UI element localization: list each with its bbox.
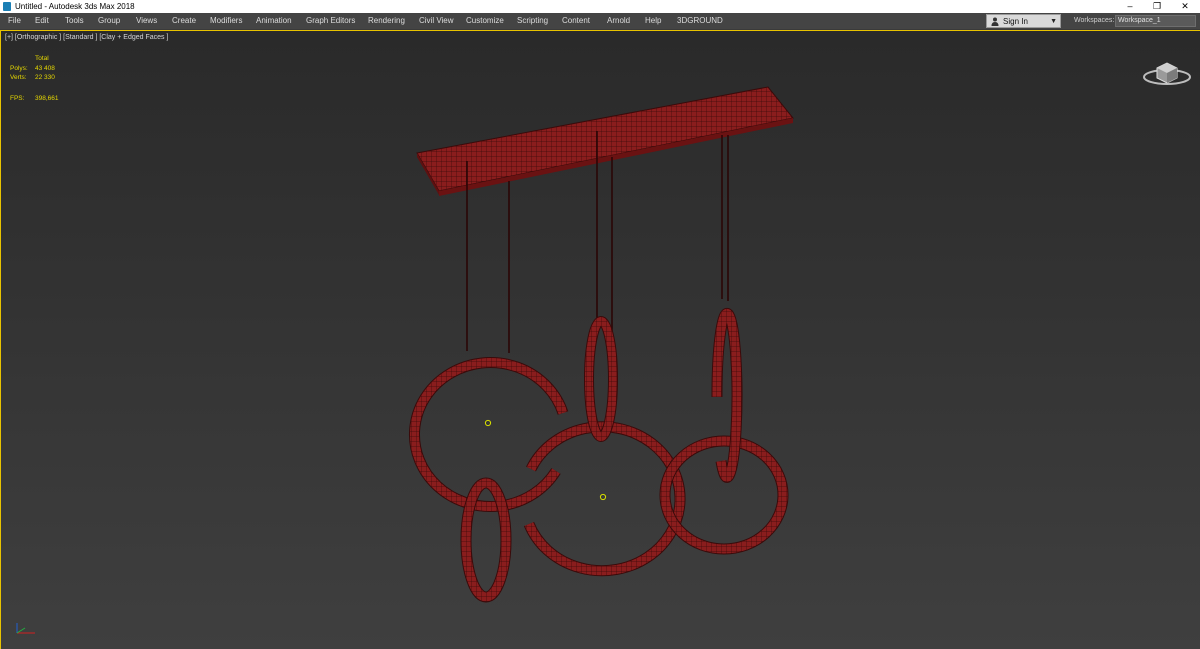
menu-help[interactable]: Help bbox=[645, 13, 661, 29]
stats-fps-label: FPS: bbox=[10, 95, 25, 102]
menu-content[interactable]: Content bbox=[562, 13, 590, 29]
stats-total-label: Total bbox=[35, 55, 49, 62]
ring-vertical-right[interactable] bbox=[711, 307, 743, 483]
menu-edit[interactable]: Edit bbox=[35, 13, 49, 29]
menu-modifiers[interactable]: Modifiers bbox=[210, 13, 242, 29]
ring-vertical-center[interactable] bbox=[584, 316, 618, 442]
pivot-marker bbox=[599, 493, 607, 501]
sign-in-label: Sign In bbox=[1003, 17, 1028, 26]
menu-create[interactable]: Create bbox=[172, 13, 196, 29]
menu-civil-view[interactable]: Civil View bbox=[419, 13, 454, 29]
sign-in-dropdown[interactable]: Sign In ▼ bbox=[986, 14, 1061, 28]
pivot-marker bbox=[484, 419, 492, 427]
menu-arnold[interactable]: Arnold bbox=[607, 13, 630, 29]
workspaces-select[interactable]: Workspace_1 bbox=[1115, 15, 1196, 27]
ring-vertical-lower-left[interactable] bbox=[460, 477, 512, 603]
menu-graph-editors[interactable]: Graph Editors bbox=[306, 13, 355, 29]
perspective-viewport[interactable]: [+] [Orthographic ] [Standard ] [Clay + … bbox=[0, 30, 1200, 649]
menu-tools[interactable]: Tools bbox=[65, 13, 84, 29]
chevron-down-icon: ▼ bbox=[1050, 18, 1057, 25]
window-title: Untitled - Autodesk 3ds Max 2018 bbox=[15, 2, 135, 11]
viewport-label[interactable]: [+] [Orthographic ] [Standard ] [Clay + … bbox=[5, 34, 168, 41]
app-icon bbox=[3, 2, 11, 11]
workspaces-label: Workspaces: bbox=[1074, 17, 1115, 24]
menu-scripting[interactable]: Scripting bbox=[517, 13, 548, 29]
stats-verts-label: Verts: bbox=[10, 74, 27, 81]
ceiling-canopy[interactable] bbox=[416, 86, 794, 196]
menu-bar: File Edit Tools Group Views Create Modif… bbox=[0, 13, 1200, 30]
stats-polys-label: Polys: bbox=[10, 65, 28, 72]
menu-animation[interactable]: Animation bbox=[256, 13, 292, 29]
menu-views[interactable]: Views bbox=[136, 13, 157, 29]
menu-group[interactable]: Group bbox=[98, 13, 120, 29]
user-icon bbox=[991, 17, 999, 26]
viewcube-icon[interactable] bbox=[1142, 58, 1192, 88]
menu-rendering[interactable]: Rendering bbox=[368, 13, 405, 29]
stats-fps-value: 398,661 bbox=[35, 95, 59, 102]
stats-verts-value: 22 330 bbox=[35, 74, 55, 81]
menu-3dground[interactable]: 3DGROUND bbox=[677, 13, 723, 29]
menu-file[interactable]: File bbox=[8, 13, 21, 29]
close-button[interactable]: ✕ bbox=[1171, 0, 1199, 13]
title-bar: Untitled - Autodesk 3ds Max 2018 – ❐ ✕ bbox=[0, 0, 1200, 13]
restore-button[interactable]: ❐ bbox=[1143, 0, 1171, 13]
minimize-button[interactable]: – bbox=[1116, 0, 1144, 13]
scene-model[interactable] bbox=[1, 31, 1200, 649]
axis-tripod-icon bbox=[16, 623, 35, 634]
stats-polys-value: 43 408 bbox=[35, 65, 55, 72]
menu-customize[interactable]: Customize bbox=[466, 13, 504, 29]
